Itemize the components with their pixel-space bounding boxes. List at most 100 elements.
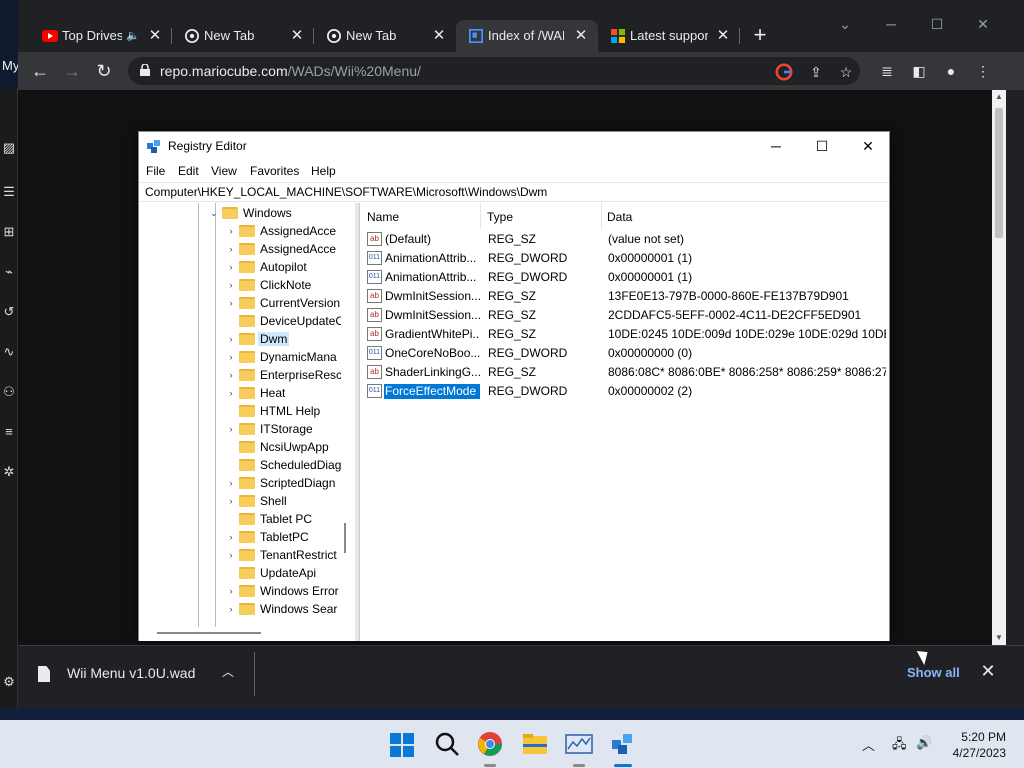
chart-icon[interactable]: ▨ bbox=[1, 140, 17, 156]
value-row[interactable]: 011 OneCoreNoBoo... REG_DWORD 0x00000000 (0… bbox=[360, 344, 890, 363]
tree-item[interactable]: › AssignedAcce bbox=[139, 240, 355, 258]
menu-favorites[interactable]: Favorites bbox=[250, 164, 299, 178]
value-row[interactable]: 011 AnimationAttrib... REG_DWORD 0x00000001… bbox=[360, 268, 890, 287]
menu-edit[interactable]: Edit bbox=[178, 164, 199, 178]
maximize-icon[interactable]: ☐ bbox=[799, 132, 845, 161]
chevron-right-icon[interactable]: › bbox=[226, 476, 236, 490]
menu-icon[interactable]: ☰ bbox=[1, 184, 17, 200]
history-icon[interactable]: ↺ bbox=[1, 304, 17, 320]
maximize-icon[interactable]: ☐ bbox=[914, 10, 960, 38]
chevron-right-icon[interactable]: › bbox=[226, 224, 236, 238]
chevron-right-icon[interactable]: › bbox=[226, 530, 236, 544]
tree-item[interactable]: › ScriptedDiagn bbox=[139, 474, 355, 492]
tab-new-tab-1[interactable]: New Tab ✕ bbox=[172, 20, 314, 52]
tree-item[interactable]: › ClickNote bbox=[139, 276, 355, 294]
chevron-right-icon[interactable]: › bbox=[226, 548, 236, 562]
tree-item[interactable]: › CurrentVersion bbox=[139, 294, 355, 312]
close-tab-icon[interactable]: ✕ bbox=[290, 20, 304, 52]
close-window-icon[interactable]: ✕ bbox=[960, 10, 1006, 38]
forward-icon[interactable]: → bbox=[60, 59, 84, 83]
column-separator[interactable] bbox=[601, 203, 602, 229]
settings-gear-icon[interactable]: ⚙ bbox=[1, 674, 17, 690]
column-name[interactable]: Name bbox=[367, 210, 399, 224]
value-row[interactable]: ab DwmInitSession... REG_SZ 13FE0E13-797B-0… bbox=[360, 287, 890, 306]
chevron-right-icon[interactable]: › bbox=[226, 242, 236, 256]
close-icon[interactable]: ✕ bbox=[845, 132, 891, 161]
side-panel-icon[interactable]: ◧ bbox=[908, 60, 930, 82]
scroll-up-icon[interactable]: ▲ bbox=[992, 90, 1006, 104]
chevron-right-icon[interactable]: › bbox=[226, 350, 236, 364]
tree-item[interactable]: › Dwm bbox=[139, 330, 355, 348]
network-icon[interactable]: 🖧 bbox=[892, 735, 907, 757]
tree-item[interactable]: › Windows Error bbox=[139, 582, 355, 600]
file-explorer-icon[interactable] bbox=[521, 730, 549, 758]
title-bar[interactable]: Registry Editor ─ ☐ ✕ bbox=[139, 132, 889, 161]
reading-list-icon[interactable]: ≣ bbox=[876, 60, 898, 82]
close-tab-icon[interactable]: ✕ bbox=[432, 20, 446, 52]
chevron-up-icon[interactable]: ︿ bbox=[222, 663, 234, 680]
column-type[interactable]: Type bbox=[487, 210, 513, 224]
chevron-right-icon[interactable]: › bbox=[226, 494, 236, 508]
tree-hscroll-thumb[interactable] bbox=[157, 632, 261, 634]
close-shelf-icon[interactable]: ✕ bbox=[978, 661, 998, 682]
address-bar[interactable]: repo.mariocube.com/WADs/Wii%20Menu/ ⇪ ☆ bbox=[128, 57, 860, 85]
address-path-field[interactable]: Computer\HKEY_LOCAL_MACHINE\SOFTWARE\Mic… bbox=[139, 182, 889, 202]
tree-item[interactable]: › TenantRestrict bbox=[139, 546, 355, 564]
value-row[interactable]: ab (Default) REG_SZ (value not set) bbox=[360, 230, 890, 249]
tree-item[interactable]: UpdateApi bbox=[139, 564, 355, 582]
tab-latest-support[interactable]: Latest support ✕ bbox=[598, 20, 740, 52]
chevron-right-icon[interactable]: › bbox=[226, 332, 236, 346]
column-separator[interactable] bbox=[480, 203, 481, 229]
chevron-right-icon[interactable]: › bbox=[226, 422, 236, 436]
tree-item[interactable]: Tablet PC bbox=[139, 510, 355, 528]
tree-item[interactable]: ScheduledDiag bbox=[139, 456, 355, 474]
tree-item[interactable]: › Shell bbox=[139, 492, 355, 510]
tree-item[interactable]: › Windows Sear bbox=[139, 600, 355, 618]
download-filename[interactable]: Wii Menu v1.0U.wad bbox=[67, 665, 195, 681]
menu-file[interactable]: File bbox=[146, 164, 165, 178]
clock-time[interactable]: 5:20 PM bbox=[946, 729, 1006, 745]
chevron-right-icon[interactable]: › bbox=[226, 278, 236, 292]
tab-top-drives[interactable]: Top Drives 🔈 ✕ bbox=[30, 20, 172, 52]
tree-horizontal-scrollbar[interactable] bbox=[139, 627, 355, 641]
chrome-icon[interactable] bbox=[476, 730, 504, 758]
chevron-right-icon[interactable]: › bbox=[226, 296, 236, 310]
share-icon[interactable]: ⇪ bbox=[806, 62, 826, 82]
tree-item[interactable]: › TabletPC bbox=[139, 528, 355, 546]
tree-item[interactable]: ⌄ Windows bbox=[139, 204, 355, 222]
windows-start-icon[interactable] bbox=[390, 733, 414, 757]
list-icon[interactable]: ≡ bbox=[1, 424, 17, 440]
tree-vertical-scrollbar[interactable] bbox=[341, 203, 355, 627]
chevron-right-icon[interactable]: › bbox=[226, 260, 236, 274]
signature-icon[interactable]: ∿ bbox=[1, 344, 17, 360]
lock-icon[interactable] bbox=[140, 64, 150, 76]
speaker-icon[interactable]: 🔈 bbox=[126, 20, 140, 52]
performance-monitor-icon[interactable] bbox=[565, 730, 593, 758]
value-row[interactable]: ab ShaderLinkingG... REG_SZ 8086:08C* 8086:… bbox=[360, 363, 890, 382]
tree-item[interactable]: › Autopilot bbox=[139, 258, 355, 276]
tree-item[interactable]: HTML Help bbox=[139, 402, 355, 420]
search-icon[interactable] bbox=[433, 730, 461, 758]
value-row[interactable]: ab GradientWhitePi... REG_SZ 10DE:0245 10DE… bbox=[360, 325, 890, 344]
more-menu-icon[interactable]: ⋮ bbox=[972, 60, 994, 82]
value-row[interactable]: ab DwmInitSession... REG_SZ 2CDDAFC5-5EFF-0… bbox=[360, 306, 890, 325]
back-icon[interactable]: ← bbox=[28, 59, 52, 83]
scroll-down-icon[interactable]: ▼ bbox=[992, 631, 1006, 645]
clock-date[interactable]: 4/27/2023 bbox=[938, 745, 1006, 761]
value-row[interactable]: 011 ForceEffectMode REG_DWORD 0x00000002 (2… bbox=[360, 382, 890, 401]
page-scrollbar[interactable]: ▲ ▼ bbox=[992, 90, 1006, 645]
volume-icon[interactable]: 🔊 bbox=[916, 735, 932, 751]
chevron-right-icon[interactable]: › bbox=[226, 386, 236, 400]
registry-editor-icon[interactable] bbox=[609, 730, 637, 758]
tree-item[interactable]: › ITStorage bbox=[139, 420, 355, 438]
chevron-right-icon[interactable]: › bbox=[226, 584, 236, 598]
chevron-down-icon[interactable]: ⌄ bbox=[209, 206, 219, 220]
tree-item[interactable]: › AssignedAcce bbox=[139, 222, 355, 240]
new-tab-button[interactable]: + bbox=[748, 20, 772, 52]
profile-icon[interactable]: ● bbox=[940, 60, 962, 82]
tree-item[interactable]: NcsiUwpApp bbox=[139, 438, 355, 456]
bookmark-star-icon[interactable]: ☆ bbox=[836, 62, 856, 82]
tree-item[interactable]: › DynamicMana bbox=[139, 348, 355, 366]
users-icon[interactable]: ⚇ bbox=[1, 384, 17, 400]
tree-item[interactable]: › Heat bbox=[139, 384, 355, 402]
